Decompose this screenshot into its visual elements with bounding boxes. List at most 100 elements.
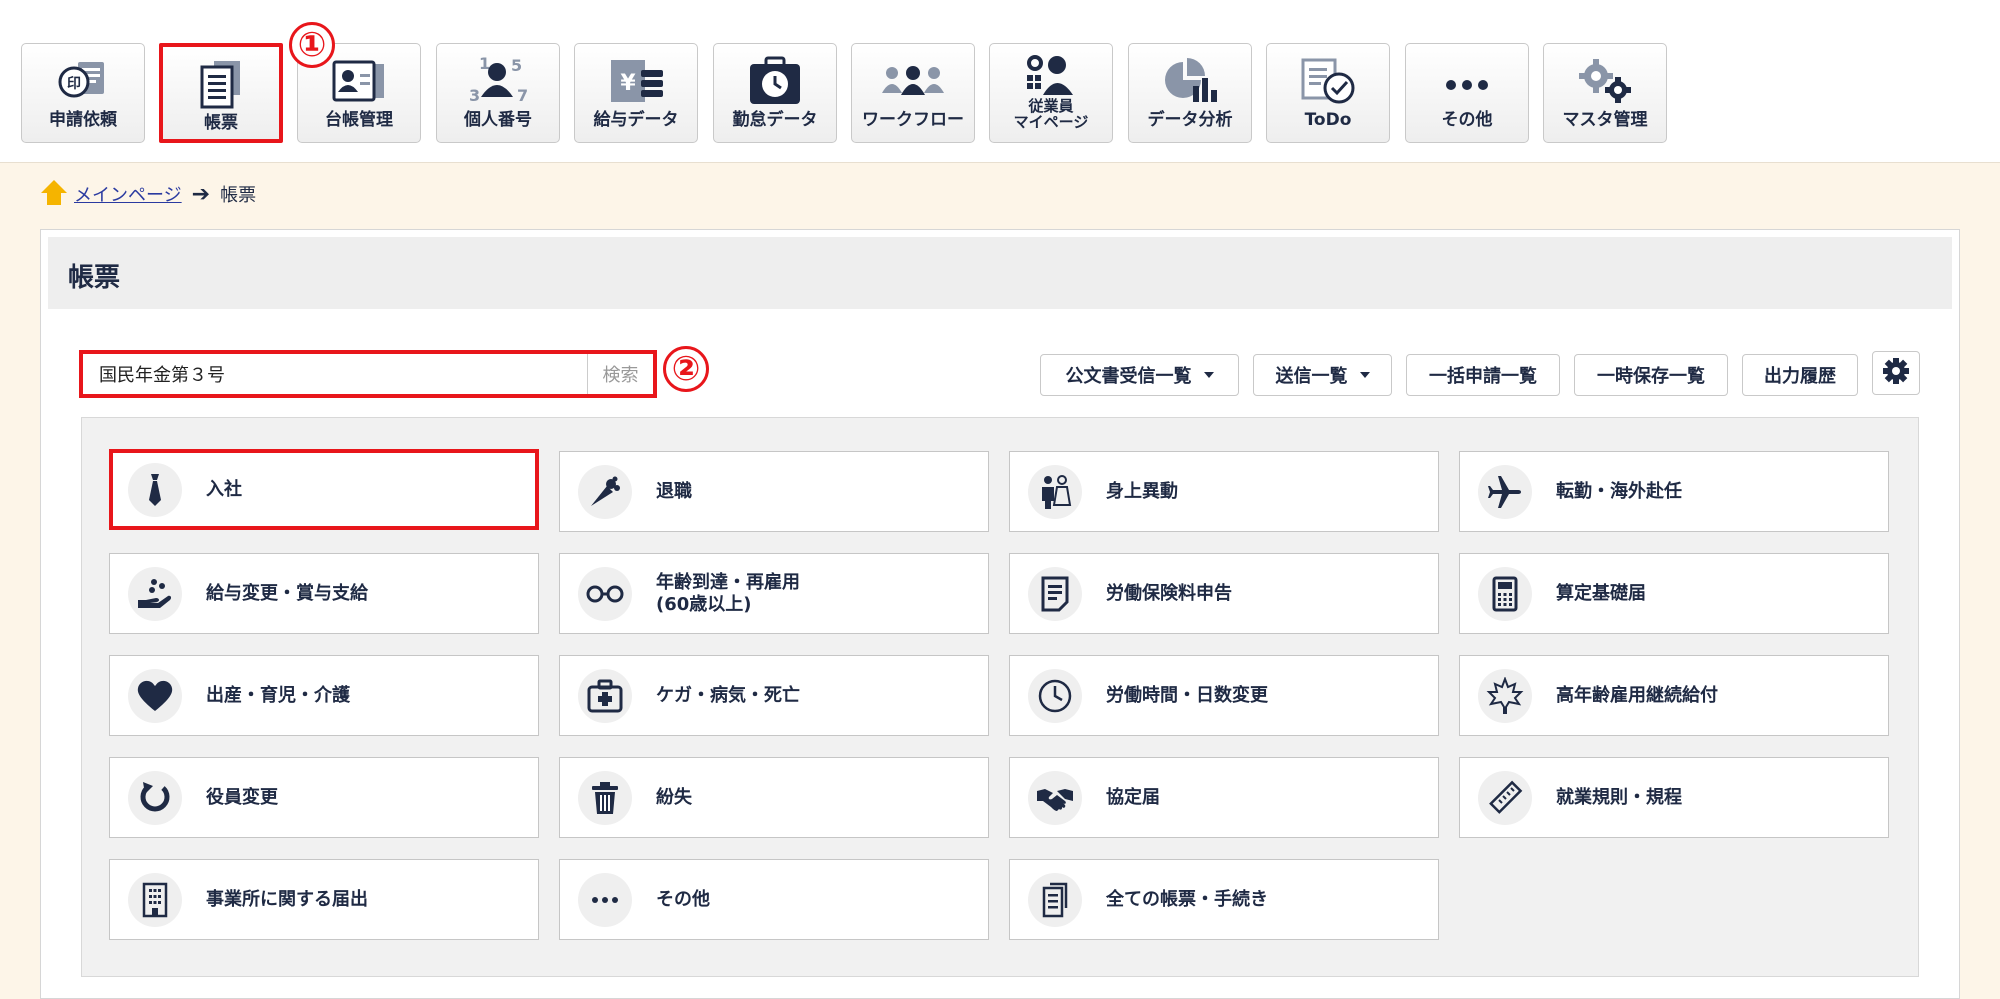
category-age-reemployment[interactable]: 年齢到達・再雇用 (60歳以上) xyxy=(559,553,989,634)
todo-check-icon xyxy=(1293,54,1363,108)
sent-list-dropdown[interactable]: 送信一覧 xyxy=(1253,354,1392,396)
nav-todo[interactable]: ToDo xyxy=(1266,43,1390,143)
document-icon xyxy=(186,57,256,111)
nav-data-analysis[interactable]: データ分析 xyxy=(1128,43,1252,143)
temporary-save-button[interactable]: 一時保存一覧 xyxy=(1574,354,1728,396)
nav-personal-number[interactable]: 1537 個人番号 xyxy=(436,43,560,143)
svg-text:3: 3 xyxy=(469,86,480,105)
output-history-button[interactable]: 出力履歴 xyxy=(1742,354,1858,396)
search-bar: 検索 xyxy=(79,350,657,398)
category-label: 入社 xyxy=(206,478,242,500)
nav-other[interactable]: その他 xyxy=(1405,43,1529,143)
nav-label: その他 xyxy=(1441,110,1493,130)
caret-down-icon xyxy=(1203,372,1214,378)
category-label: その他 xyxy=(656,888,710,910)
category-label: 高年齢雇用継続給付 xyxy=(1556,684,1718,706)
nav-attendance-data[interactable]: 勤怠データ xyxy=(713,43,837,143)
home-icon xyxy=(40,178,68,211)
bouquet-icon xyxy=(578,464,632,519)
category-label: 出産・育児・介護 xyxy=(206,684,350,706)
gear-icon xyxy=(1882,357,1910,390)
clock-icon xyxy=(1028,668,1082,723)
heart-icon xyxy=(128,668,182,723)
nav-label: 申請依頼 xyxy=(49,110,117,130)
category-joining[interactable]: 入社 xyxy=(109,449,539,530)
necktie-icon xyxy=(128,462,182,517)
nav-application-request[interactable]: 印 申請依頼 xyxy=(21,43,145,143)
category-label: 労働保険料申告 xyxy=(1106,582,1232,604)
category-label: 転勤・海外赴任 xyxy=(1556,480,1682,502)
category-officer-change[interactable]: 役員変更 xyxy=(109,757,539,838)
category-label: 年齢到達・再雇用 (60歳以上) xyxy=(656,571,800,615)
breadcrumb-home-link[interactable]: メインページ xyxy=(74,181,182,207)
category-all-forms[interactable]: 全ての帳票・手続き xyxy=(1009,859,1439,940)
caret-down-icon xyxy=(1359,372,1370,378)
category-labor-insurance[interactable]: 労働保険料申告 xyxy=(1009,553,1439,634)
category-personal-change[interactable]: 身上異動 xyxy=(1009,451,1439,532)
category-salary-bonus[interactable]: 給与変更・賞与支給 xyxy=(109,553,539,634)
category-elderly-employment-benefit[interactable]: 高年齢雇用継続給付 xyxy=(1459,655,1889,736)
incoming-documents-dropdown[interactable]: 公文書受信一覧 xyxy=(1040,354,1239,396)
category-label: 給与変更・賞与支給 xyxy=(206,582,368,604)
nav-label: 給与データ xyxy=(593,110,679,130)
category-working-hours-change[interactable]: 労働時間・日数変更 xyxy=(1009,655,1439,736)
category-work-rules[interactable]: 就業規則・規程 xyxy=(1459,757,1889,838)
category-label: 全ての帳票・手続き xyxy=(1106,888,1268,910)
airplane-icon xyxy=(1478,464,1532,519)
category-loss[interactable]: 紛失 xyxy=(559,757,989,838)
document-lines-icon xyxy=(1028,566,1082,621)
annotation-marker-1: ① xyxy=(289,22,335,68)
arrow-right-icon: ➔ xyxy=(191,181,211,207)
nav-label: ワークフロー xyxy=(862,110,964,130)
master-gear-icon xyxy=(1570,54,1640,108)
more-dots-icon xyxy=(578,872,632,927)
data-analysis-icon xyxy=(1155,54,1225,108)
nav-master-management[interactable]: マスタ管理 xyxy=(1543,43,1667,143)
category-retirement[interactable]: 退職 xyxy=(559,451,989,532)
trash-icon xyxy=(578,770,632,825)
panel-header: 帳票 xyxy=(48,237,1952,309)
nav-employee-mypage[interactable]: 従業員 マイページ xyxy=(989,43,1113,143)
category-other[interactable]: その他 xyxy=(559,859,989,940)
annotation-marker-2: ② xyxy=(663,346,709,392)
handshake-icon xyxy=(1028,770,1082,825)
employee-mypage-icon xyxy=(1016,52,1086,98)
category-grid: 入社 退職 身上異動 転勤・海外赴任 給与変更・賞与支給 年齢到達・再雇用 (6… xyxy=(81,417,1919,977)
category-label: 役員変更 xyxy=(206,786,278,808)
category-agreement[interactable]: 協定届 xyxy=(1009,757,1439,838)
svg-text:¥: ¥ xyxy=(620,71,636,96)
search-button[interactable]: 検索 xyxy=(587,354,653,394)
category-label: 退職 xyxy=(656,480,692,502)
workflow-icon xyxy=(878,54,948,108)
bulk-application-button[interactable]: 一括申請一覧 xyxy=(1406,354,1560,396)
category-label: 身上異動 xyxy=(1106,480,1178,502)
forms-panel: 帳票 検索 ② 公文書受信一覧 送信一覧 一括申請一覧 一時保存一覧 出力履歴 … xyxy=(40,229,1960,999)
nav-forms[interactable]: 帳票 xyxy=(159,43,283,143)
category-office-notification[interactable]: 事業所に関する届出 xyxy=(109,859,539,940)
breadcrumb-current: 帳票 xyxy=(220,185,257,206)
nav-workflow[interactable]: ワークフロー xyxy=(851,43,975,143)
nav-label: 帳票 xyxy=(204,113,238,133)
nav-salary-data[interactable]: ¥ 給与データ xyxy=(574,43,698,143)
category-label: 事業所に関する届出 xyxy=(206,888,368,910)
nav-label: マスタ管理 xyxy=(1562,110,1648,130)
category-transfer-overseas[interactable]: 転勤・海外赴任 xyxy=(1459,451,1889,532)
more-dots-icon xyxy=(1432,54,1502,108)
refresh-icon xyxy=(128,770,182,825)
nav-label: 従業員 マイページ xyxy=(1013,97,1089,131)
nav-label: ToDo xyxy=(1304,110,1352,130)
category-calculation-basis[interactable]: 算定基礎届 xyxy=(1459,553,1889,634)
category-label: 紛失 xyxy=(656,786,692,808)
nav-label: 勤怠データ xyxy=(732,110,818,130)
wedding-couple-icon xyxy=(1028,464,1082,519)
category-label: 算定基礎届 xyxy=(1556,582,1646,604)
settings-button[interactable] xyxy=(1872,351,1920,395)
search-input[interactable] xyxy=(83,354,587,394)
first-aid-kit-icon xyxy=(578,668,632,723)
glasses-icon xyxy=(578,566,632,621)
incoming-label: 公文書受信一覧 xyxy=(1065,366,1192,387)
category-childbirth-care[interactable]: 出産・育児・介護 xyxy=(109,655,539,736)
category-injury-illness-death[interactable]: ケガ・病気・死亡 xyxy=(559,655,989,736)
nav-label: 台帳管理 xyxy=(325,110,393,130)
page-title: 帳票 xyxy=(68,263,121,293)
